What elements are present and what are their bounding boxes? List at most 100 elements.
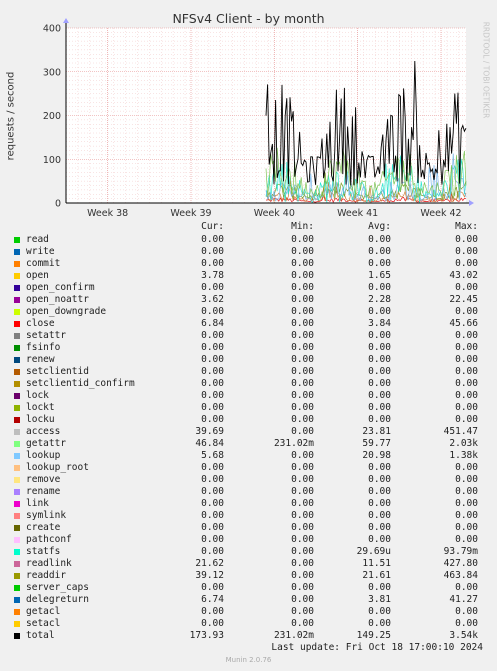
legend-name: readdir xyxy=(26,570,67,581)
legend-min: 0.00 xyxy=(291,366,314,377)
legend-name: server_caps xyxy=(26,582,89,593)
legend-cur: 0.00 xyxy=(201,510,224,521)
legend-name: write xyxy=(26,246,55,257)
legend-name: access xyxy=(26,426,61,437)
legend-name: rename xyxy=(26,486,61,497)
legend-min: 0.00 xyxy=(291,582,314,593)
legend-cur: 0.00 xyxy=(201,234,224,245)
legend-cur: 0.00 xyxy=(201,330,224,341)
legend-row-open: open 3.78 0.00 1.65 43.02 xyxy=(14,270,484,282)
legend-max: 0.00 xyxy=(455,618,478,629)
legend-row-lookup: lookup 5.68 0.00 20.98 1.38k xyxy=(14,450,484,462)
legend-swatch xyxy=(14,453,20,459)
legend-cur: 0.00 xyxy=(201,582,224,593)
x-tick-label: Week 40 xyxy=(254,208,295,219)
legend-min: 0.00 xyxy=(291,330,314,341)
legend-avg: 0.00 xyxy=(368,462,391,473)
legend-name: symlink xyxy=(26,510,67,521)
legend-swatch xyxy=(14,357,20,363)
legend-avg: 0.00 xyxy=(368,330,391,341)
legend-min: 0.00 xyxy=(291,342,314,353)
legend-row-access: access 39.69 0.00 23.81 451.47 xyxy=(14,426,484,438)
legend-avg: 0.00 xyxy=(368,498,391,509)
legend-row-lock: lock 0.00 0.00 0.00 0.00 xyxy=(14,390,484,402)
legend-cur: 0.00 xyxy=(201,486,224,497)
legend-cur: 6.84 xyxy=(201,318,224,329)
legend-min: 0.00 xyxy=(291,570,314,581)
legend-avg: 0.00 xyxy=(368,258,391,269)
legend-cur: 0.00 xyxy=(201,402,224,413)
legend-min: 0.00 xyxy=(291,462,314,473)
legend-avg: 3.81 xyxy=(368,594,391,605)
legend-swatch xyxy=(14,477,20,483)
legend-row-symlink: symlink 0.00 0.00 0.00 0.00 xyxy=(14,510,484,522)
legend-name: read xyxy=(26,234,49,245)
legend-row-open_confirm: open_confirm 0.00 0.00 0.00 0.00 xyxy=(14,282,484,294)
legend-max: 93.79m xyxy=(443,546,478,557)
legend-min: 0.00 xyxy=(291,318,314,329)
legend-min: 0.00 xyxy=(291,354,314,365)
legend-swatch xyxy=(14,261,20,267)
legend-avg: 0.00 xyxy=(368,342,391,353)
legend-cur: 39.12 xyxy=(195,570,224,581)
legend-max: 2.03k xyxy=(449,438,478,449)
legend-cur: 21.62 xyxy=(195,558,224,569)
legend-avg: 3.84 xyxy=(368,318,391,329)
legend-max: 0.00 xyxy=(455,486,478,497)
legend-header-row: Cur: Min: Avg: Max: xyxy=(14,221,484,234)
legend-name: link xyxy=(26,498,49,509)
legend-row-close: close 6.84 0.00 3.84 45.66 xyxy=(14,318,484,330)
legend-swatch xyxy=(14,549,20,555)
legend-name: getattr xyxy=(26,438,67,449)
x-tick-label: Week 42 xyxy=(420,208,461,219)
legend-cur: 0.00 xyxy=(201,366,224,377)
legend-header-avg: Avg: xyxy=(368,221,391,232)
legend-min: 0.00 xyxy=(291,522,314,533)
legend-max: 0.00 xyxy=(455,306,478,317)
legend-name: getacl xyxy=(26,606,61,617)
legend-max: 1.38k xyxy=(449,450,478,461)
legend-name: statfs xyxy=(26,546,61,557)
legend-name: lookup xyxy=(26,450,61,461)
legend-name: total xyxy=(26,630,55,641)
legend-name: lockt xyxy=(26,402,55,413)
legend-max: 0.00 xyxy=(455,522,478,533)
legend-name: create xyxy=(26,522,61,533)
legend-name: setclientid xyxy=(26,366,89,377)
legend-row-setclientid_confirm: setclientid_confirm 0.00 0.00 0.00 0.00 xyxy=(14,378,484,390)
legend-name: open_noattr xyxy=(26,294,89,305)
legend-min: 0.00 xyxy=(291,426,314,437)
legend-max: 3.54k xyxy=(449,630,478,641)
legend-name: remove xyxy=(26,474,61,485)
legend-cur: 0.00 xyxy=(201,522,224,533)
legend-cur: 39.69 xyxy=(195,426,224,437)
legend-max: 0.00 xyxy=(455,474,478,485)
legend-min: 0.00 xyxy=(291,474,314,485)
legend-min: 0.00 xyxy=(291,558,314,569)
legend-swatch xyxy=(14,321,20,327)
legend-avg: 0.00 xyxy=(368,414,391,425)
legend-min: 0.00 xyxy=(291,306,314,317)
legend-swatch xyxy=(14,393,20,399)
y-tick-label: 200 xyxy=(43,111,61,122)
legend-cur: 173.93 xyxy=(189,630,224,641)
legend-max: 45.66 xyxy=(449,318,478,329)
legend-cur: 0.00 xyxy=(201,342,224,353)
legend-swatch xyxy=(14,237,20,243)
legend-cur: 0.00 xyxy=(201,390,224,401)
legend-avg: 23.81 xyxy=(362,426,391,437)
legend-swatch xyxy=(14,297,20,303)
legend-max: 0.00 xyxy=(455,414,478,425)
legend-row-lockt: lockt 0.00 0.00 0.00 0.00 xyxy=(14,402,484,414)
legend-min: 0.00 xyxy=(291,258,314,269)
legend-avg: 20.98 xyxy=(362,450,391,461)
legend-name: commit xyxy=(26,258,61,269)
legend-row-remove: remove 0.00 0.00 0.00 0.00 xyxy=(14,474,484,486)
legend-cur: 3.62 xyxy=(201,294,224,305)
legend-max: 0.00 xyxy=(455,606,478,617)
y-tick-label: 100 xyxy=(43,155,61,166)
legend-swatch xyxy=(14,561,20,567)
legend-swatch xyxy=(14,633,20,639)
legend-avg: 149.25 xyxy=(356,630,391,641)
legend-max: 0.00 xyxy=(455,354,478,365)
